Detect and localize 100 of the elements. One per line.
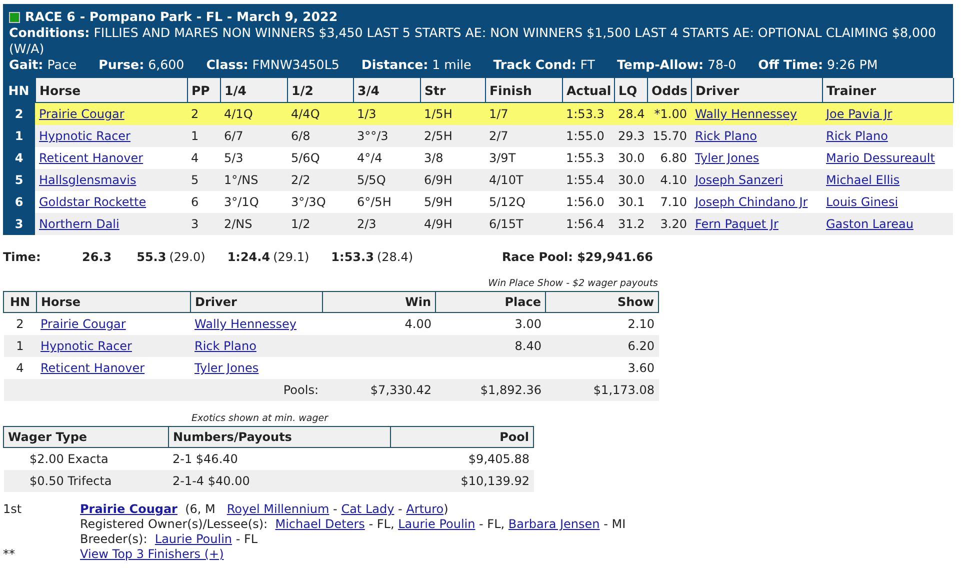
table-caption: Win Place Show - $2 wager payouts <box>487 278 658 289</box>
table-cell: 3°/1Q <box>220 191 287 213</box>
quarter-time: (29.1) <box>273 250 310 264</box>
table-cell: 2/7 <box>485 125 562 147</box>
table-cell: 6/15T <box>485 213 562 235</box>
pedigree-link[interactable]: Cat Lady <box>341 502 394 516</box>
column-header: Finish <box>485 78 562 102</box>
table-cell: 6.20 <box>546 335 658 357</box>
row-number: 1 <box>3 125 35 147</box>
horse-link[interactable]: Prairie Cougar <box>80 502 178 516</box>
table-cell: $0.50 Trifecta <box>4 470 168 492</box>
table-caption: Exotics shown at min. wager <box>190 413 328 424</box>
table-cell: 4.10 <box>647 169 691 191</box>
column-header: Show <box>546 292 658 312</box>
table-cell: 3.00 <box>436 312 546 335</box>
table-cell: 31.2 <box>614 213 647 235</box>
info-text: - FL, <box>368 517 396 531</box>
race-field: Distance: 1 mile <box>361 57 472 73</box>
table-cell: 1 <box>187 125 220 147</box>
race-field: Gait: Pace <box>9 57 77 73</box>
horse-link[interactable]: Reticent Hanover <box>39 151 144 165</box>
table-cell: 1/2 <box>287 213 353 235</box>
finish-place: ** <box>3 547 16 562</box>
column-header: Horse <box>36 292 190 312</box>
pedigree-link[interactable]: Arturo <box>406 502 444 516</box>
pedigree-link[interactable]: Laurie Poulin <box>398 517 476 531</box>
column-header: Driver <box>190 292 322 312</box>
table-cell: 4/10T <box>485 169 562 191</box>
table-cell: 4 <box>4 357 36 379</box>
table-cell: 2/2 <box>287 169 353 191</box>
table-cell: 2/3 <box>353 213 420 235</box>
driver-link[interactable]: Joseph Chindano Jr <box>695 195 808 209</box>
table-cell: 3/9T <box>485 147 562 169</box>
race-pool: Race Pool: $29,941.66 <box>502 250 653 264</box>
column-header: 1/4 <box>220 78 287 102</box>
table-cell: 5/3 <box>220 147 287 169</box>
race-field: Off Time: 9:26 PM <box>758 57 878 73</box>
pedigree-link[interactable]: Michael Deters <box>275 517 365 531</box>
race-field: Track Cond: FT <box>493 57 595 73</box>
table-cell: $1,892.36 <box>436 379 546 401</box>
table-cell: $10,139.92 <box>390 470 534 492</box>
table-cell: 4.00 <box>322 312 436 335</box>
table-cell: 1:55.4 <box>562 169 614 191</box>
finish-place: 1st <box>3 502 23 518</box>
column-header: LQ <box>614 78 647 102</box>
split-time: 26.3 <box>82 250 112 264</box>
table-cell: 6/8 <box>287 125 353 147</box>
horse-link[interactable]: Reticent Hanover <box>40 361 145 375</box>
column-header: Str <box>420 78 485 102</box>
column-header: PP <box>187 78 220 102</box>
driver-link[interactable]: Tyler Jones <box>695 151 760 165</box>
pedigree-link[interactable]: Laurie Poulin <box>154 532 232 546</box>
table-cell: 28.4 <box>614 102 647 125</box>
table-cell: 2-1 $46.40 <box>168 448 390 470</box>
horse-link[interactable]: Prairie Cougar <box>40 317 126 331</box>
split-time: 1:24.4 <box>227 250 270 264</box>
row-number: 3 <box>3 213 35 235</box>
pedigree-link[interactable]: Royel Millennium <box>226 502 330 516</box>
column-header: Odds <box>647 78 691 102</box>
quarter-time: (28.4) <box>376 250 414 264</box>
driver-link[interactable]: Tyler Jones <box>194 361 259 375</box>
table-cell: 15.70 <box>647 125 691 147</box>
table-cell: 1/7 <box>485 102 562 125</box>
info-text: Registered Owner(s)/Lessee(s): <box>80 517 269 531</box>
table-cell: $9,405.88 <box>390 448 534 470</box>
table-cell: 1:56.0 <box>562 191 614 213</box>
row-number: 2 <box>3 102 35 125</box>
table-cell: 1°/NS <box>220 169 287 191</box>
driver-link[interactable]: Wally Hennessey <box>194 317 297 331</box>
table-cell: 4°/4 <box>353 147 420 169</box>
info-text: - FL, <box>478 517 506 531</box>
table-cell: 3°°/3 <box>353 125 420 147</box>
table-cell: 4 <box>187 147 220 169</box>
pedigree-link[interactable]: View Top 3 Finishers (+) <box>80 547 224 561</box>
race-field: Temp-Allow: 78-0 <box>616 57 736 73</box>
table-cell: 6/9H <box>420 169 485 191</box>
column-header: Numbers/Payouts <box>168 426 390 448</box>
table-cell: 5/6Q <box>287 147 353 169</box>
time-label: Time: <box>3 250 42 264</box>
table-cell: 3.60 <box>546 357 658 379</box>
table-cell: 8.40 <box>436 335 546 357</box>
square-icon <box>9 12 20 22</box>
column-header: Horse <box>35 78 187 102</box>
table-cell: 1:53.3 <box>562 102 614 125</box>
table-cell: 5/9H <box>420 191 485 213</box>
trainer-link[interactable]: Louis Ginesi <box>826 195 898 209</box>
quarter-time: (29.0) <box>169 250 206 264</box>
table-cell: 6 <box>187 191 220 213</box>
table-cell: 30.0 <box>614 147 647 169</box>
column-header: Driver <box>691 78 822 102</box>
table-cell: 4/1Q <box>220 102 287 125</box>
column-header: 1/2 <box>287 78 353 102</box>
pedigree-link[interactable]: Barbara Jensen <box>508 517 600 531</box>
info-text: - <box>332 502 338 516</box>
trainer-link[interactable]: Mario Dessureault <box>826 151 935 165</box>
info-text: Breeder(s): <box>80 532 148 546</box>
table-cell: 2 <box>187 102 220 125</box>
table-cell: 2/NS <box>220 213 287 235</box>
table-cell: 1/3 <box>353 102 420 125</box>
horse-link[interactable]: Goldstar Rockette <box>39 195 146 209</box>
